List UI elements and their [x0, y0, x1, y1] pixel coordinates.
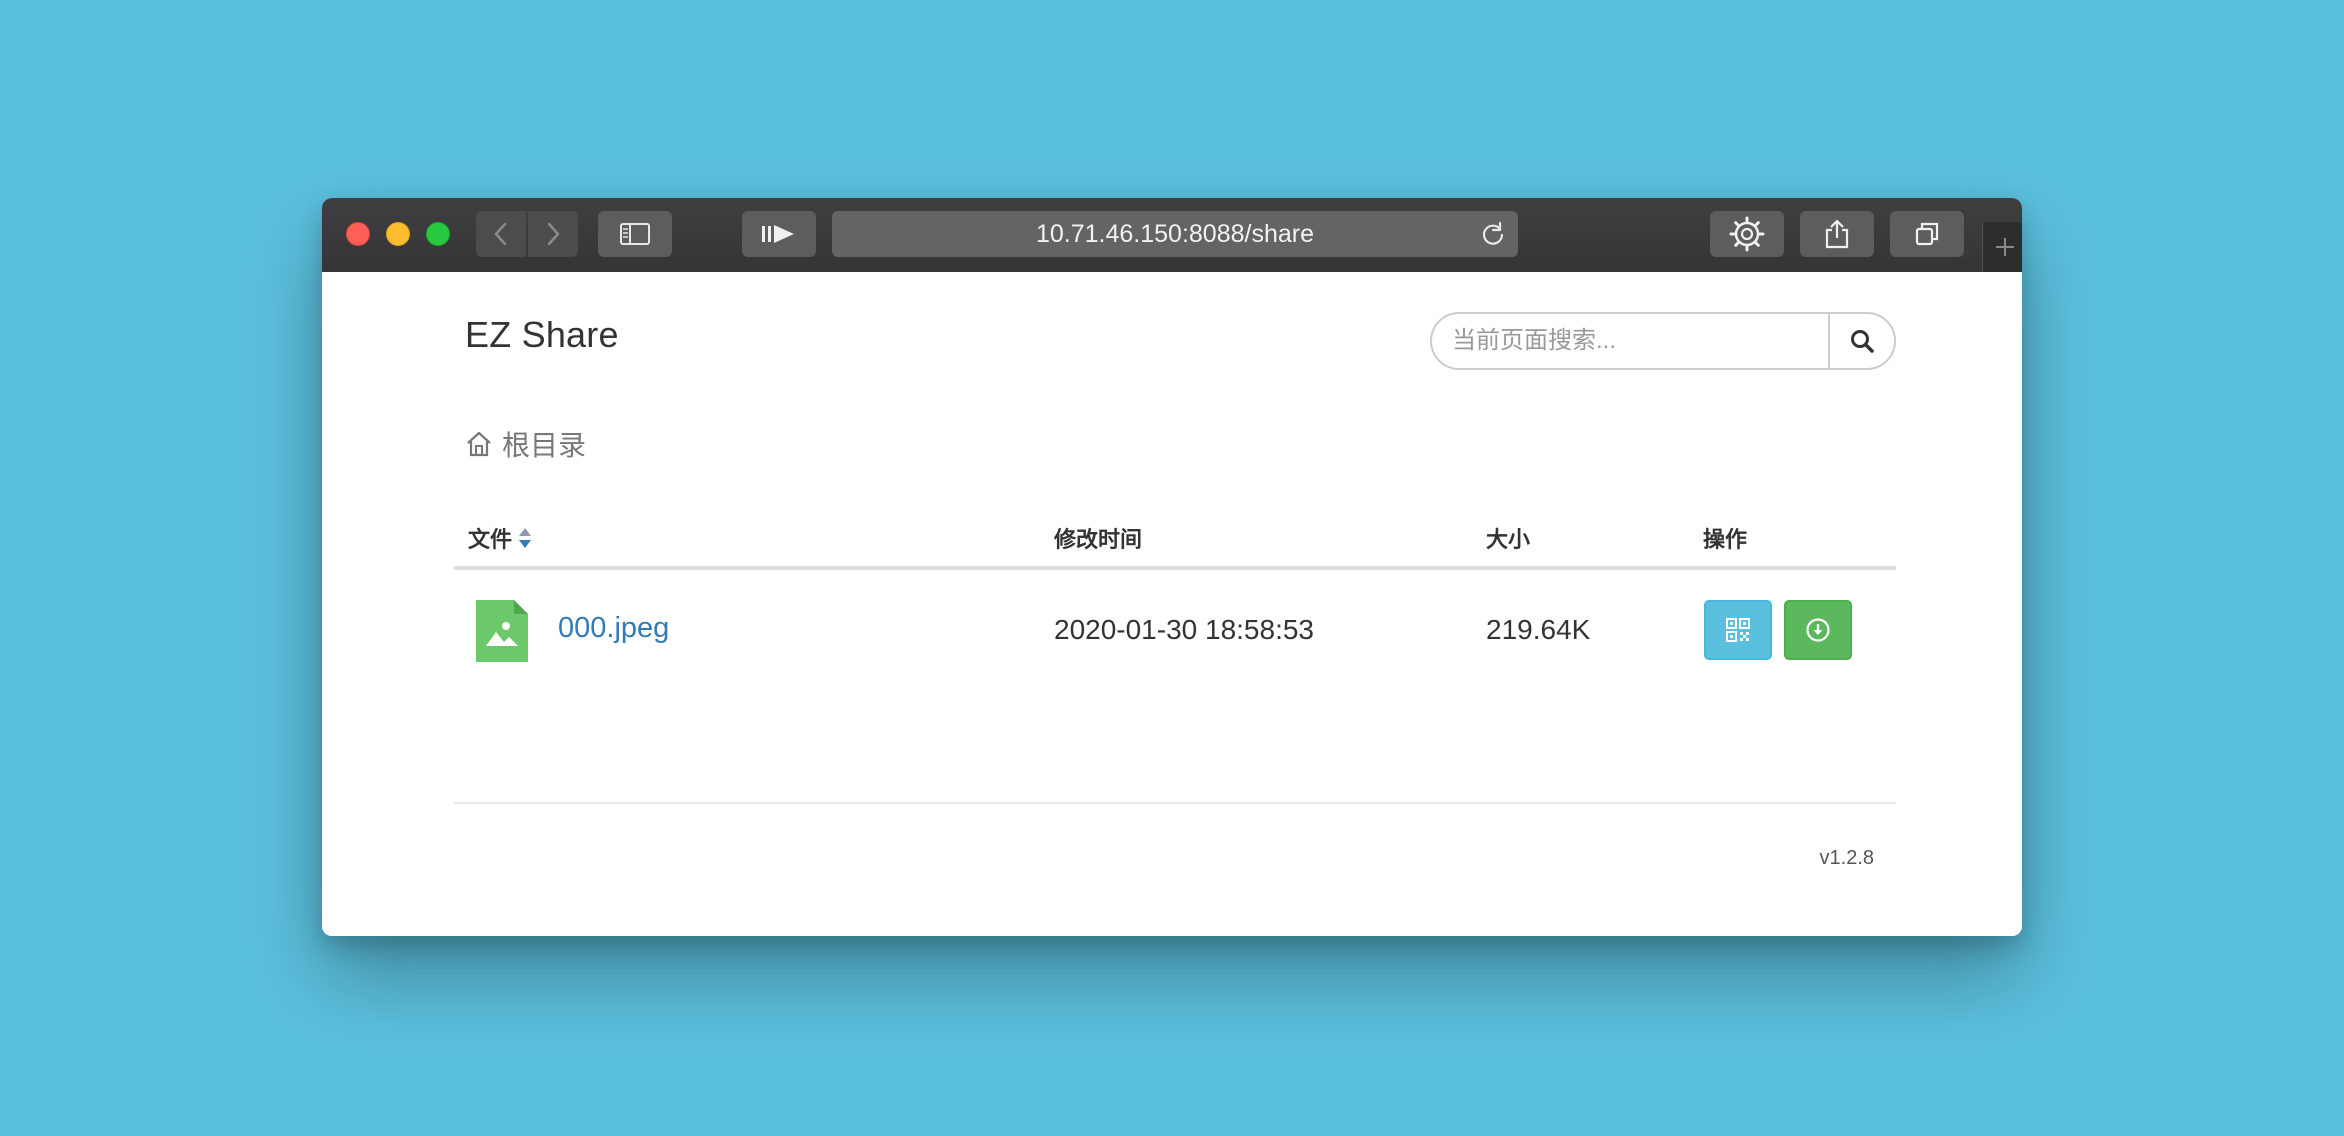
browser-window: 10.71.46.150:8088/share EZ Share 当前页面搜索.…: [322, 198, 2022, 936]
column-header-modified[interactable]: 修改时间: [1054, 522, 1142, 554]
file-modified-time: 2020-01-30 18:58:53: [1054, 614, 1314, 645]
download-button[interactable]: [1784, 600, 1852, 660]
home-icon: [467, 431, 491, 457]
forward-button[interactable]: [528, 211, 578, 257]
address-bar[interactable]: 10.71.46.150:8088/share: [832, 211, 1518, 257]
image-file-icon: [476, 600, 528, 662]
qrcode-button[interactable]: [1704, 600, 1772, 660]
reload-icon[interactable]: [1480, 221, 1506, 247]
footer-divider: [454, 802, 1896, 804]
download-circle-icon: [1806, 618, 1830, 642]
url-text: 10.71.46.150:8088/share: [1035, 220, 1314, 248]
column-header-file-label: 文件: [468, 527, 513, 552]
extensions-button[interactable]: [1710, 211, 1784, 257]
sidebar-icon: [620, 223, 650, 245]
chevron-right-icon: [547, 222, 560, 246]
share-button[interactable]: [1800, 211, 1874, 257]
tab-overview-button[interactable]: [1890, 211, 1964, 257]
close-window-button[interactable]: [346, 222, 370, 246]
page-content: EZ Share 根目录 文件: [322, 272, 2022, 936]
share-icon: [1825, 219, 1849, 249]
reader-button[interactable]: [742, 211, 816, 257]
file-name-link[interactable]: 000.jpeg: [558, 612, 669, 645]
search-button[interactable]: [1828, 312, 1896, 370]
file-table: 文件 修改时间 大小 操作 000.jpeg 2020-01-30 18:58:…: [454, 508, 1896, 692]
plus-icon: [1996, 238, 2014, 256]
file-size: 219.64K: [1486, 614, 1591, 645]
tabs-icon: [1915, 222, 1939, 246]
table-row: 000.jpeg 2020-01-30 18:58:53 219.64K: [454, 570, 1896, 692]
column-header-actions: 操作: [1703, 527, 1748, 552]
column-header-size[interactable]: 大小: [1486, 522, 1530, 554]
breadcrumb: 根目录: [464, 424, 586, 464]
table-header: 文件 修改时间 大小 操作: [454, 508, 1896, 570]
search-form: [1430, 312, 1896, 370]
version-label: v1.2.8: [1819, 847, 1874, 869]
play-reader-icon: [762, 225, 794, 243]
sort-icon[interactable]: [518, 526, 532, 550]
brand-title[interactable]: EZ Share: [465, 314, 619, 356]
breadcrumb-root-link[interactable]: 根目录: [502, 424, 586, 464]
search-input[interactable]: [1430, 312, 1830, 370]
browser-toolbar: 10.71.46.150:8088/share: [322, 198, 2022, 273]
qrcode-icon: [1726, 618, 1750, 642]
back-button[interactable]: [476, 211, 526, 257]
zoom-window-button[interactable]: [426, 222, 450, 246]
minimize-window-button[interactable]: [386, 222, 410, 246]
gear-icon: [1729, 216, 1765, 252]
sidebar-toggle-button[interactable]: [598, 211, 672, 257]
column-header-file[interactable]: 文件: [468, 522, 532, 554]
search-icon: [1851, 330, 1874, 353]
chevron-left-icon: [494, 222, 507, 246]
new-tab-button[interactable]: [1982, 222, 2022, 272]
